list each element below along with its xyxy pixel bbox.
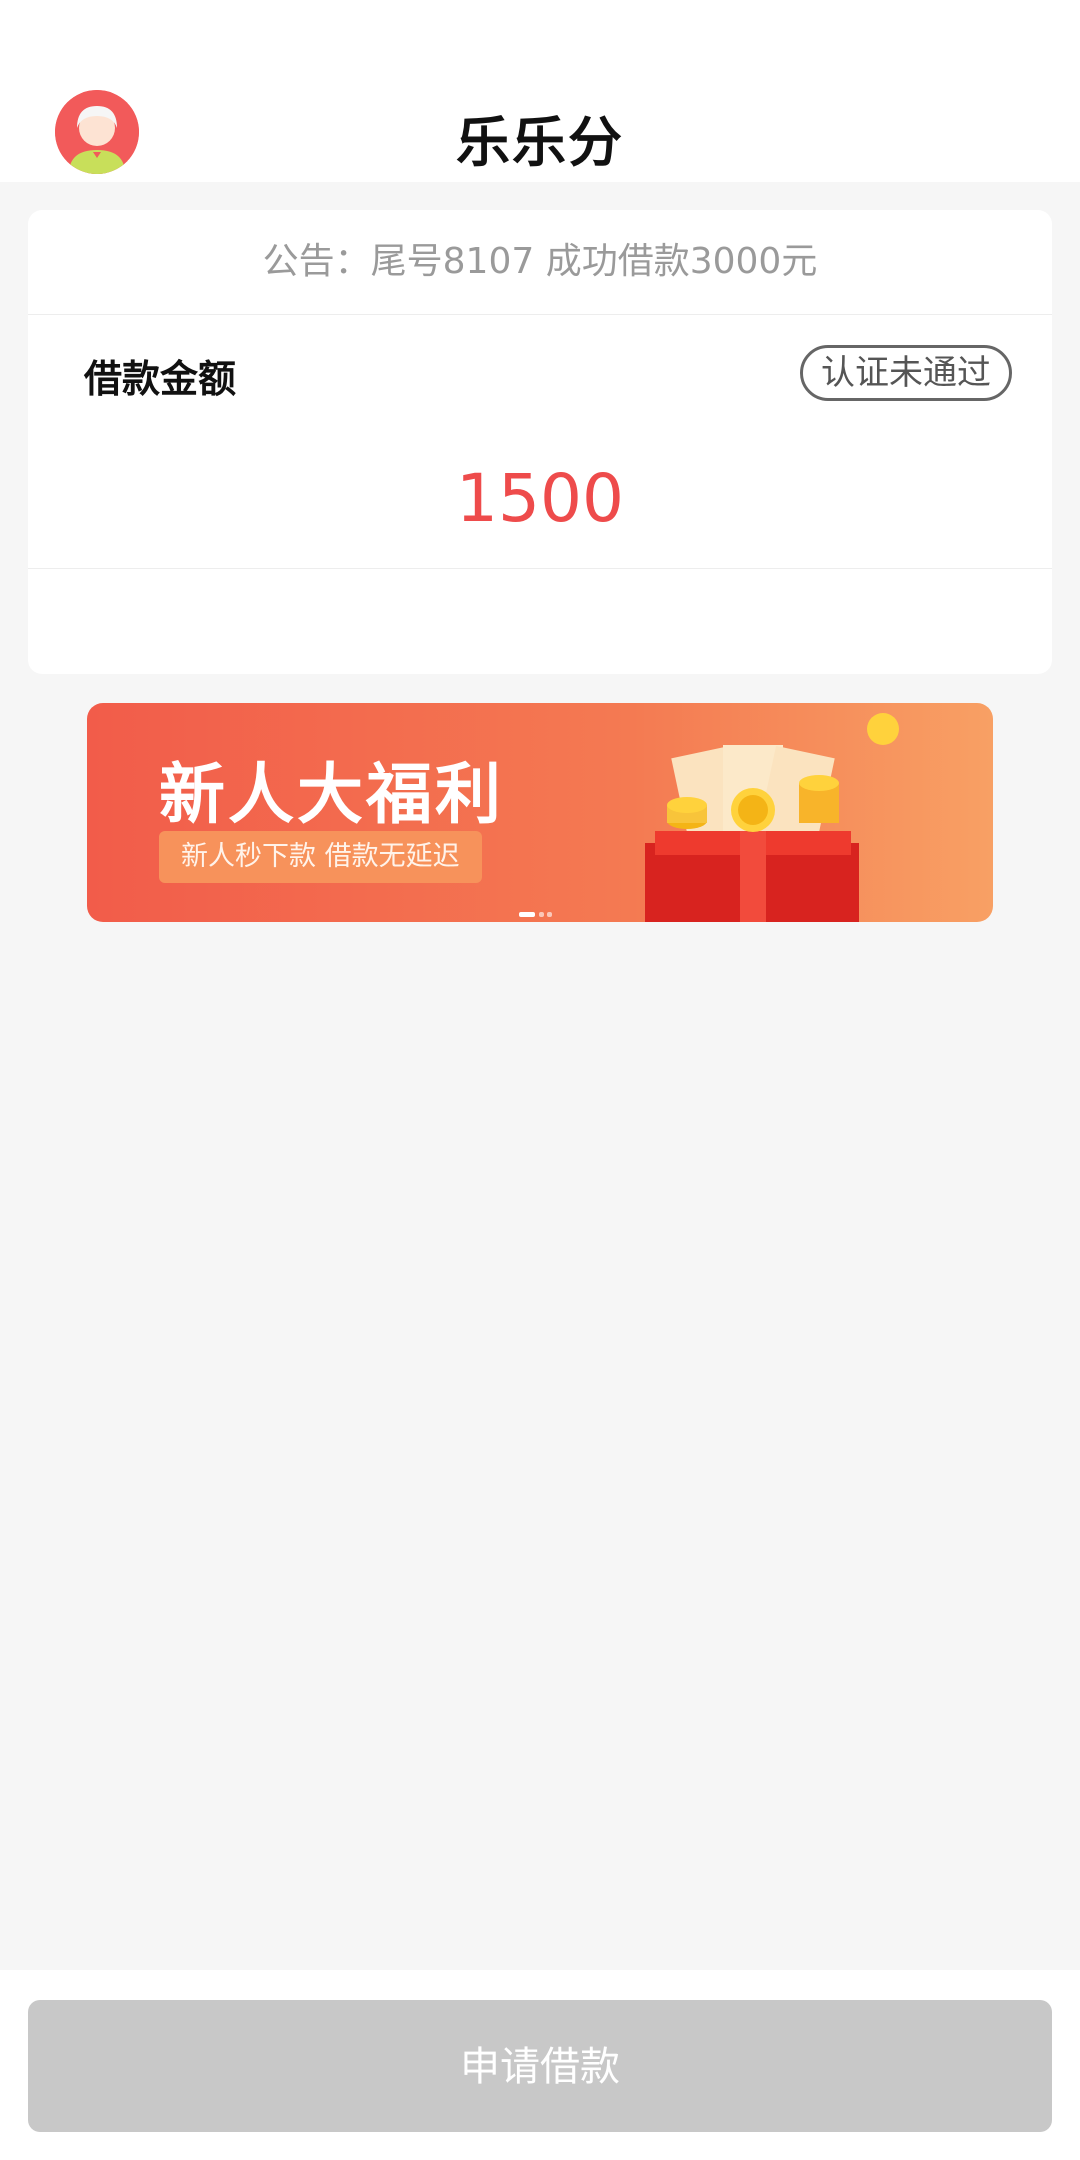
gift-box-illustration bbox=[645, 713, 899, 922]
loan-amount-label: 借款金额 bbox=[84, 357, 237, 401]
loan-card: 公告：尾号8107 成功借款3000元 借款金额 认证未通过 1500 bbox=[28, 210, 1052, 674]
carousel-indicator bbox=[519, 904, 553, 922]
banner-title: 新人大福利 bbox=[159, 756, 504, 833]
card-divider bbox=[28, 568, 1052, 569]
promo-banner[interactable]: 新人大福利 新人秒下款 借款无延迟 bbox=[87, 703, 993, 922]
announcement-text: 公告：尾号8107 成功借款3000元 bbox=[28, 210, 1052, 315]
page-title: 乐乐分 bbox=[456, 111, 624, 174]
loan-amount-value: 1500 bbox=[456, 460, 624, 537]
verification-status-badge[interactable]: 认证未通过 bbox=[800, 345, 1012, 401]
apply-loan-button[interactable]: 申请借款 bbox=[28, 2000, 1052, 2132]
app-header: 乐乐分 bbox=[0, 0, 1080, 182]
banner-subtitle: 新人秒下款 借款无延迟 bbox=[159, 831, 482, 883]
